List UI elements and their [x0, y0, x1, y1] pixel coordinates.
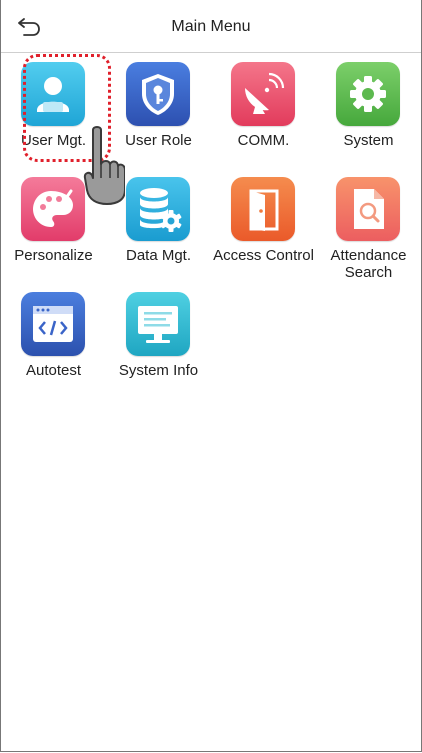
code-window-icon — [21, 292, 85, 356]
menu-item-attendance-search[interactable]: Attendance Search — [316, 175, 421, 285]
menu-item-label: System — [343, 132, 394, 149]
device-screen: Main Menu User Mgt. User Role COMM. Syst… — [0, 0, 422, 752]
gear-icon — [336, 62, 400, 126]
menu-item-label: Access Control — [213, 247, 314, 264]
shield-key-icon — [126, 62, 190, 126]
document-search-icon — [336, 177, 400, 241]
menu-item-label: Personalize — [14, 247, 93, 264]
menu-item-label: Data Mgt. — [125, 247, 192, 264]
menu-item-label: COMM. — [237, 132, 290, 149]
monitor-icon — [126, 292, 190, 356]
palette-icon — [21, 177, 85, 241]
menu-item-autotest[interactable]: Autotest — [1, 290, 106, 400]
hand-pointer-icon — [83, 126, 125, 205]
menu-item-comm[interactable]: COMM. — [211, 60, 316, 170]
page-title: Main Menu — [171, 18, 251, 35]
menu-item-label: Attendance Search — [330, 247, 407, 281]
satellite-dish-icon — [231, 62, 295, 126]
database-gear-icon — [126, 177, 190, 241]
door-icon — [231, 177, 295, 241]
menu-item-system[interactable]: System — [316, 60, 421, 170]
menu-item-label: Autotest — [25, 362, 82, 379]
title-bar: Main Menu — [1, 0, 421, 53]
menu-item-label: System Info — [118, 362, 199, 379]
menu-item-system-info[interactable]: System Info — [106, 290, 211, 400]
menu-item-access-control[interactable]: Access Control — [211, 175, 316, 285]
